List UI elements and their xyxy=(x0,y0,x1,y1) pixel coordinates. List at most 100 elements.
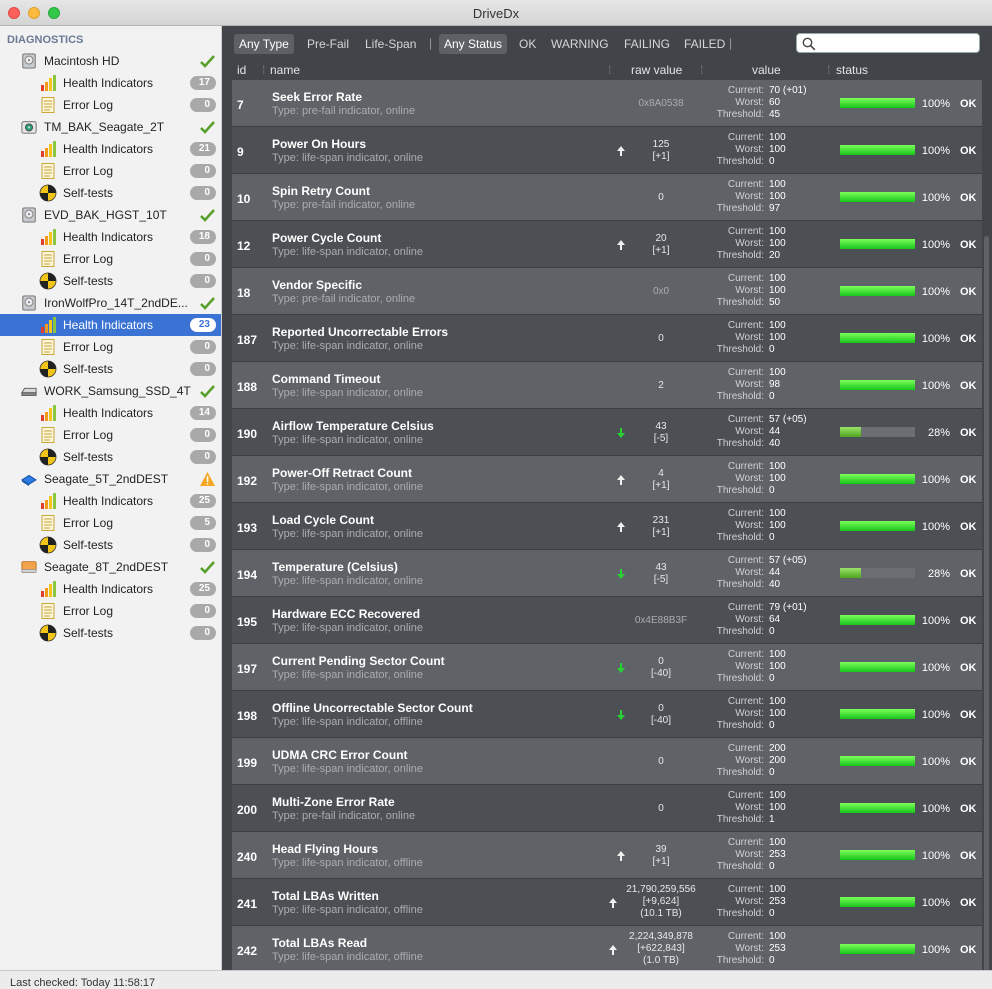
value-number: 100 xyxy=(769,520,786,531)
count-badge: 21 xyxy=(190,142,216,156)
value-block: Current: 79 (+01) Worst: 64 Threshold: 0 xyxy=(700,602,820,638)
table-row[interactable]: 188 Command Timeout Type: life-span indica… xyxy=(232,362,982,409)
raw-value-line: 2,224,349,878 xyxy=(629,931,693,942)
table-row[interactable]: 187 Reported Uncorrectable Errors Type: li… xyxy=(232,315,982,362)
table-row[interactable]: 197 Current Pending Sector Count Type: lif… xyxy=(232,644,982,691)
drive-item[interactable]: IronWolfPro_14T_2ndDE... xyxy=(0,292,221,314)
search-field[interactable] xyxy=(796,33,980,53)
count-badge: 0 xyxy=(190,186,216,200)
attribute-name: Airflow Temperature Celsius xyxy=(272,419,434,433)
log-icon xyxy=(41,163,55,179)
sidebar-item-self-tests[interactable]: Self-tests 0 xyxy=(0,358,221,380)
drive-item[interactable]: Seagate_5T_2ndDEST xyxy=(0,468,221,490)
drive-item[interactable]: Seagate_8T_2ndDEST xyxy=(0,556,221,578)
sidebar-item-error-log[interactable]: Error Log 0 xyxy=(0,424,221,446)
table-row[interactable]: 193 Load Cycle Count Type: life-span indic… xyxy=(232,503,982,550)
sidebar-item-health-indicators[interactable]: Health Indicators 18 xyxy=(0,226,221,248)
sidebar-item-health-indicators[interactable]: Health Indicators 25 xyxy=(0,490,221,512)
sidebar-item-self-tests[interactable]: Self-tests 0 xyxy=(0,182,221,204)
filter-type-life-span[interactable]: Life-Span xyxy=(360,34,421,54)
value-block: Current: 70 (+01) Worst: 60 Threshold: 45 xyxy=(700,85,820,121)
table-row[interactable]: 192 Power-Off Retract Count Type: life-spa… xyxy=(232,456,982,503)
value-worst: Worst: 253 xyxy=(700,896,820,908)
drive-item[interactable]: Macintosh HD xyxy=(0,50,221,72)
value-label: Threshold: xyxy=(716,250,764,261)
value-number: 0 xyxy=(769,720,775,731)
search-input[interactable] xyxy=(819,36,977,51)
table-row[interactable]: 18 Vendor Specific Type: pre-fail indicato… xyxy=(232,268,982,315)
sidebar-item-error-log[interactable]: Error Log 0 xyxy=(0,600,221,622)
sidebar-item-error-log[interactable]: Error Log 0 xyxy=(0,160,221,182)
table-row[interactable]: 190 Airflow Temperature Celsius Type: life… xyxy=(232,409,982,456)
column-value[interactable]: value xyxy=(752,63,781,77)
value-number: 100 xyxy=(769,332,786,343)
sidebar-item-error-log[interactable]: Error Log 0 xyxy=(0,336,221,358)
vertical-scrollbar[interactable] xyxy=(984,236,989,970)
table-row[interactable]: 242 Total LBAs Read Type: life-span indica… xyxy=(232,926,982,970)
sidebar-item-health-indicators[interactable]: Health Indicators 23 xyxy=(0,314,221,336)
raw-value-line: [-40] xyxy=(650,715,671,726)
sidebar-item-error-log[interactable]: Error Log 5 xyxy=(0,512,221,534)
value-number: 0 xyxy=(769,626,775,637)
value-number: 44 xyxy=(769,426,781,437)
attribute-id: 187 xyxy=(237,333,258,347)
filter-bar: Any Type Pre-Fail Life-Span | Any Status OK WA… xyxy=(222,26,992,60)
table-row[interactable]: 195 Hardware ECC Recovered Type: life-span… xyxy=(232,597,982,644)
sidebar-item-self-tests[interactable]: Self-tests 0 xyxy=(0,446,221,468)
value-label: Threshold: xyxy=(716,955,764,966)
drive-name: Macintosh HD xyxy=(44,54,120,68)
filter-status-failed[interactable]: FAILED xyxy=(679,34,730,54)
value-threshold: Threshold: 0 xyxy=(700,485,820,497)
sidebar-section-title: DIAGNOSTICS xyxy=(7,34,84,46)
sidebar-item-error-log[interactable]: Error Log 0 xyxy=(0,248,221,270)
table-row[interactable]: 241 Total LBAs Written Type: life-span ind… xyxy=(232,879,982,926)
value-number: 0 xyxy=(769,673,775,684)
sidebar-item-health-indicators[interactable]: Health Indicators 17 xyxy=(0,72,221,94)
table-row[interactable]: 12 Power Cycle Count Type: life-span indic… xyxy=(232,221,982,268)
table-row[interactable]: 240 Head Flying Hours Type: life-span indi… xyxy=(232,832,982,879)
sidebar-item-self-tests[interactable]: Self-tests 0 xyxy=(0,270,221,292)
value-worst: Worst: 64 xyxy=(700,614,820,626)
table-row[interactable]: 7 Seek Error Rate Type: pre-fail indicator… xyxy=(232,80,982,127)
filter-type-any-type[interactable]: Any Type xyxy=(234,34,294,54)
column-name[interactable]: name xyxy=(270,63,300,77)
attribute-name: UDMA CRC Error Count xyxy=(272,748,408,762)
filter-type-pre-fail[interactable]: Pre-Fail xyxy=(302,34,354,54)
column-raw-value[interactable]: raw value xyxy=(631,63,682,77)
table-row[interactable]: 199 UDMA CRC Error Count Type: life-span i… xyxy=(232,738,982,785)
health-bar xyxy=(840,709,915,719)
column-status[interactable]: status xyxy=(836,63,868,77)
count-badge: 0 xyxy=(190,604,216,618)
table-row[interactable]: 9 Power On Hours Type: life-span indicator… xyxy=(232,127,982,174)
raw-value-line: 0x4E88B3F xyxy=(634,615,688,626)
value-number: 100 xyxy=(769,285,786,296)
count-badge: 0 xyxy=(190,340,216,354)
sidebar-item-health-indicators[interactable]: Health Indicators 21 xyxy=(0,138,221,160)
table-row[interactable]: 194 Temperature (Celsius) Type: life-span … xyxy=(232,550,982,597)
value-current: Current: 100 xyxy=(700,273,820,285)
drive-item[interactable]: EVD_BAK_HGST_10T xyxy=(0,204,221,226)
filter-status-failing[interactable]: FAILING xyxy=(619,34,675,54)
drive-item[interactable]: TM_BAK_Seagate_2T xyxy=(0,116,221,138)
filter-status-ok[interactable]: OK xyxy=(514,34,541,54)
raw-value: 39 [+1] xyxy=(612,844,710,868)
table-row[interactable]: 198 Offline Uncorrectable Sector Count Typ… xyxy=(232,691,982,738)
sidebar-item-self-tests[interactable]: Self-tests 0 xyxy=(0,534,221,556)
raw-value: 4 [+1] xyxy=(612,468,710,492)
sidebar-item-health-indicators[interactable]: Health Indicators 25 xyxy=(0,578,221,600)
health-percent: 100% xyxy=(921,521,950,533)
attribute-type: Type: life-span indicator, online xyxy=(272,622,424,634)
table-row[interactable]: 10 Spin Retry Count Type: pre-fail indicat… xyxy=(232,174,982,221)
raw-value: 0x0 xyxy=(612,286,710,298)
value-label: Worst: xyxy=(735,943,764,954)
health-bar-fill xyxy=(840,192,915,202)
column-id[interactable]: id xyxy=(237,63,246,77)
filter-status-any-status[interactable]: Any Status xyxy=(439,34,508,54)
sidebar-item-health-indicators[interactable]: Health Indicators 14 xyxy=(0,402,221,424)
sidebar-item-self-tests[interactable]: Self-tests 0 xyxy=(0,622,221,644)
filter-status-warning[interactable]: WARNING xyxy=(546,34,614,54)
table-row[interactable]: 200 Multi-Zone Error Rate Type: pre-fail i… xyxy=(232,785,982,832)
value-threshold: Threshold: 0 xyxy=(700,673,820,685)
drive-item[interactable]: WORK_Samsung_SSD_4T xyxy=(0,380,221,402)
sidebar-item-error-log[interactable]: Error Log 0 xyxy=(0,94,221,116)
